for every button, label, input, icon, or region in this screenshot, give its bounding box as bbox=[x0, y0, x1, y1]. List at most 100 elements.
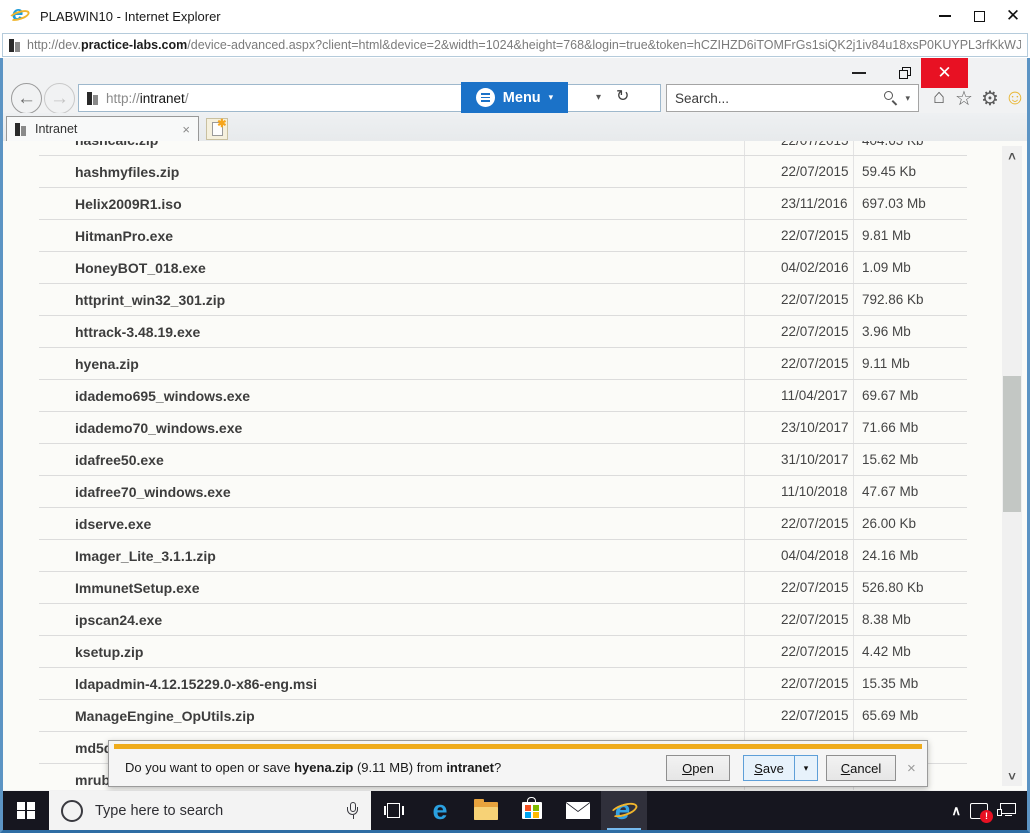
table-row[interactable]: httrack-3.48.19.exe 22/07/2015 3.96 Mb bbox=[39, 316, 967, 348]
gear-icon[interactable]: ⚙ bbox=[978, 86, 1002, 111]
file-name[interactable]: ksetup.zip bbox=[39, 644, 744, 660]
table-row[interactable]: idafree50.exe 31/10/2017 15.62 Mb bbox=[39, 444, 967, 476]
taskbar-edge-button[interactable]: e bbox=[417, 791, 463, 830]
tab-intranet[interactable]: Intranet × bbox=[6, 116, 199, 141]
menu-button-label: Menu bbox=[502, 89, 541, 106]
file-name[interactable]: ManageEngine_OpUtils.zip bbox=[39, 708, 744, 724]
new-tab-button[interactable]: ✱ bbox=[206, 118, 228, 140]
table-row[interactable]: idserve.exe 22/07/2015 26.00 Kb bbox=[39, 508, 967, 540]
file-name[interactable]: hashcalc.zip bbox=[39, 141, 744, 148]
cancel-button[interactable]: Cancel bbox=[826, 755, 896, 781]
table-row[interactable]: Helix2009R1.iso 23/11/2016 697.03 Mb bbox=[39, 188, 967, 220]
download-message: Do you want to open or save hyena.zip (9… bbox=[125, 760, 502, 775]
file-name[interactable]: idserve.exe bbox=[39, 516, 744, 532]
table-row[interactable]: ipscan24.exe 22/07/2015 8.38 Mb bbox=[39, 604, 967, 636]
store-icon bbox=[522, 797, 542, 819]
file-name[interactable]: idafree70_windows.exe bbox=[39, 484, 744, 500]
file-name[interactable]: Helix2009R1.iso bbox=[39, 196, 744, 212]
taskbar-search-placeholder: Type here to search bbox=[95, 802, 224, 819]
outer-address-bar-row: http://dev.practice-labs.com/device-adva… bbox=[0, 32, 1030, 58]
file-size: 65.69 Mb bbox=[853, 700, 967, 731]
start-button[interactable] bbox=[3, 791, 49, 830]
table-row[interactable]: Imager_Lite_3.1.1.zip 04/04/2018 24.16 M… bbox=[39, 540, 967, 572]
table-row[interactable]: hashcalc.zip 22/07/2015 404.65 Kb bbox=[39, 141, 967, 156]
home-icon[interactable]: ⌂ bbox=[927, 86, 951, 109]
table-row[interactable]: ManageEngine_OpUtils.zip 22/07/2015 65.6… bbox=[39, 700, 967, 732]
table-row[interactable]: ksetup.zip 22/07/2015 4.42 Mb bbox=[39, 636, 967, 668]
file-size: 47.67 Mb bbox=[853, 476, 967, 507]
table-row[interactable]: hashmyfiles.zip 22/07/2015 59.45 Kb bbox=[39, 156, 967, 188]
table-row[interactable]: hyena.zip 22/07/2015 9.11 Mb bbox=[39, 348, 967, 380]
scroll-up-arrow-icon[interactable]: ˄ bbox=[1002, 146, 1022, 166]
file-size: 69.67 Mb bbox=[853, 380, 967, 411]
network-icon[interactable] bbox=[997, 802, 1017, 819]
table-row[interactable]: idademo70_windows.exe 23/10/2017 71.66 M… bbox=[39, 412, 967, 444]
search-dropdown-icon: ▾ bbox=[905, 92, 910, 103]
file-size: 15.35 Mb bbox=[853, 668, 967, 699]
save-button[interactable]: Save bbox=[743, 755, 795, 781]
browser-close-button[interactable]: ✕ bbox=[921, 58, 968, 88]
file-size: 8.38 Mb bbox=[853, 604, 967, 635]
file-name[interactable]: idafree50.exe bbox=[39, 452, 744, 468]
file-name[interactable]: HitmanPro.exe bbox=[39, 228, 744, 244]
windows-logo-icon bbox=[17, 801, 35, 820]
table-row[interactable]: ImmunetSetup.exe 22/07/2015 526.80 Kb bbox=[39, 572, 967, 604]
refresh-button[interactable]: ↻ bbox=[616, 86, 629, 106]
table-row[interactable]: httprint_win32_301.zip 22/07/2015 792.86… bbox=[39, 284, 967, 316]
file-name[interactable]: Imager_Lite_3.1.1.zip bbox=[39, 548, 744, 564]
file-name[interactable]: ipscan24.exe bbox=[39, 612, 744, 628]
task-view-button[interactable] bbox=[371, 791, 417, 830]
tab-close-icon[interactable]: × bbox=[182, 122, 190, 137]
tray-chevron-up-icon[interactable]: ∧ bbox=[951, 803, 961, 819]
back-button[interactable]: ← bbox=[11, 83, 42, 114]
notification-close-icon[interactable]: × bbox=[907, 760, 916, 777]
file-name[interactable]: idademo70_windows.exe bbox=[39, 420, 744, 436]
taskbar-store-button[interactable] bbox=[509, 791, 555, 830]
file-size: 3.96 Mb bbox=[853, 316, 967, 347]
feedback-smiley-icon[interactable]: ☺ bbox=[1003, 86, 1027, 110]
favorites-star-icon[interactable]: ☆ bbox=[952, 86, 976, 111]
table-row[interactable]: ldapadmin-4.12.15229.0-x86-eng.msi 22/07… bbox=[39, 668, 967, 700]
address-bar[interactable]: http://intranet/ bbox=[78, 84, 661, 112]
file-name[interactable]: idademo695_windows.exe bbox=[39, 388, 744, 404]
file-size: 526.80 Kb bbox=[853, 572, 967, 603]
table-row[interactable]: idafree70_windows.exe 11/10/2018 47.67 M… bbox=[39, 476, 967, 508]
file-name[interactable]: httprint_win32_301.zip bbox=[39, 292, 744, 308]
forward-button[interactable]: → bbox=[44, 83, 75, 114]
outer-address-field[interactable]: http://dev.practice-labs.com/device-adva… bbox=[2, 33, 1028, 57]
file-name[interactable]: HoneyBOT_018.exe bbox=[39, 260, 744, 276]
save-options-dropdown-button[interactable]: ▾ bbox=[794, 755, 818, 781]
microphone-icon[interactable] bbox=[347, 801, 359, 820]
menu-button[interactable]: Menu ▾ bbox=[461, 82, 568, 113]
search-placeholder: Search... bbox=[675, 90, 730, 106]
file-name[interactable]: httrack-3.48.19.exe bbox=[39, 324, 744, 340]
notification-stripe bbox=[114, 744, 922, 749]
outer-minimize-button[interactable] bbox=[928, 3, 962, 29]
file-name[interactable]: hashmyfiles.zip bbox=[39, 164, 744, 180]
taskbar-mail-button[interactable] bbox=[555, 791, 601, 830]
file-date: 22/07/2015 bbox=[744, 348, 853, 379]
scrollbar-thumb[interactable] bbox=[1003, 376, 1021, 512]
search-input[interactable]: Search... ▾ bbox=[666, 84, 919, 112]
open-button[interactable]: Open bbox=[666, 755, 730, 781]
file-date: 11/10/2018 bbox=[744, 476, 853, 507]
taskbar-file-explorer-button[interactable] bbox=[463, 791, 509, 830]
screen: e PLABWIN10 - Internet Explorer ✕ http:/… bbox=[0, 0, 1030, 833]
file-name[interactable]: ldapadmin-4.12.15229.0-x86-eng.msi bbox=[39, 676, 744, 692]
site-favicon-icon bbox=[87, 91, 98, 105]
table-row[interactable]: HoneyBOT_018.exe 04/02/2016 1.09 Mb bbox=[39, 252, 967, 284]
taskbar-internet-explorer-button[interactable]: e bbox=[601, 791, 647, 830]
address-dropdown-button[interactable]: ▾ bbox=[596, 92, 601, 103]
scroll-down-arrow-icon[interactable]: ˅ bbox=[1002, 766, 1022, 786]
action-center-icon[interactable]: ! bbox=[970, 802, 993, 823]
taskbar-search-box[interactable]: Type here to search bbox=[49, 791, 371, 830]
file-date: 22/07/2015 bbox=[744, 572, 853, 603]
file-name[interactable]: ImmunetSetup.exe bbox=[39, 580, 744, 596]
file-name[interactable]: hyena.zip bbox=[39, 356, 744, 372]
table-row[interactable]: HitmanPro.exe 22/07/2015 9.81 Mb bbox=[39, 220, 967, 252]
table-row[interactable]: idademo695_windows.exe 11/04/2017 69.67 … bbox=[39, 380, 967, 412]
outer-maximize-button[interactable] bbox=[962, 3, 996, 29]
vertical-scrollbar[interactable]: ˄ ˅ bbox=[1002, 146, 1022, 786]
outer-close-button[interactable]: ✕ bbox=[996, 3, 1030, 29]
file-size: 792.86 Kb bbox=[853, 284, 967, 315]
